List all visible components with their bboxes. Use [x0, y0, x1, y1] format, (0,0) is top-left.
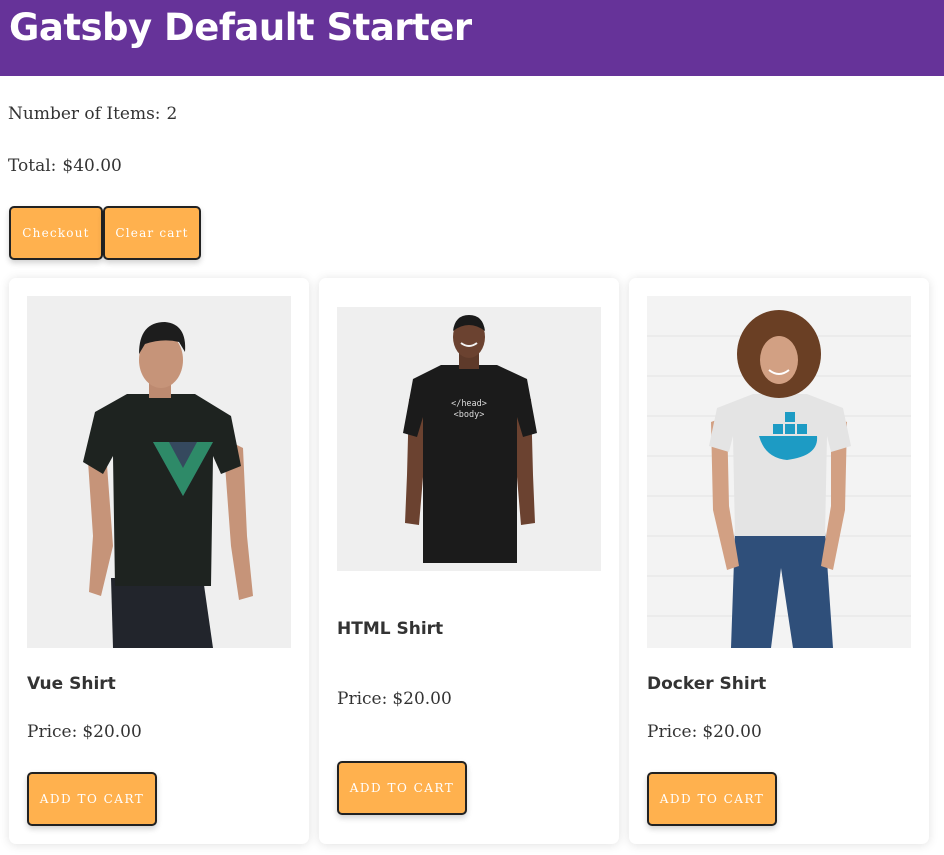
shirt-text-line-2: <body> [454, 410, 485, 420]
shirt-text-line-1: </head> [451, 399, 487, 409]
product-image [647, 296, 911, 648]
price-label: Price: [337, 689, 388, 709]
price-label: Price: [647, 722, 698, 742]
product-name: Vue Shirt [27, 674, 116, 694]
item-count-label: Number of Items: [8, 104, 161, 124]
product-image [27, 296, 291, 648]
total-label: Total: [8, 156, 57, 176]
cart-total: Total: $40.00 [8, 156, 122, 176]
total-value: $40.00 [62, 156, 122, 176]
clear-cart-button[interactable]: Clear cart [103, 206, 201, 260]
checkout-button[interactable]: Checkout [9, 206, 103, 260]
item-count-value: 2 [166, 104, 178, 124]
product-price: Price: $20.00 [27, 722, 142, 742]
product-card-docker-shirt: Docker Shirt Price: $20.00 ADD TO CART [629, 278, 929, 844]
product-price: Price: $20.00 [647, 722, 762, 742]
price-value: $20.00 [82, 722, 142, 742]
site-title[interactable]: Gatsby Default Starter [9, 6, 472, 50]
add-to-cart-button[interactable]: ADD TO CART [647, 772, 777, 826]
product-image: </head> <body> [337, 307, 601, 571]
product-card-html-shirt: </head> <body> HTML Shirt Price: $20.00 A… [319, 278, 619, 844]
product-name: HTML Shirt [337, 619, 444, 639]
price-label: Price: [27, 722, 78, 742]
add-to-cart-button[interactable]: ADD TO CART [337, 761, 467, 815]
product-price: Price: $20.00 [337, 689, 452, 709]
add-to-cart-button[interactable]: ADD TO CART [27, 772, 157, 826]
product-card-vue-shirt: Vue Shirt Price: $20.00 ADD TO CART [9, 278, 309, 844]
product-name: Docker Shirt [647, 674, 767, 694]
price-value: $20.00 [702, 722, 762, 742]
price-value: $20.00 [392, 689, 452, 709]
cart-item-count: Number of Items: 2 [8, 104, 177, 124]
site-header: Gatsby Default Starter [0, 0, 944, 76]
